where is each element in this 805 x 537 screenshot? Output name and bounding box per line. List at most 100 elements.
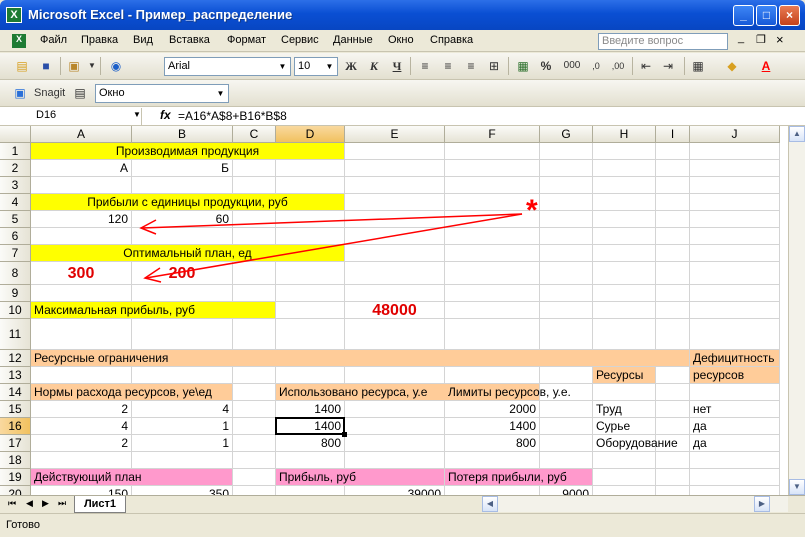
row-header-6[interactable]: 6: [0, 228, 31, 245]
grid-cell[interactable]: [593, 469, 656, 486]
doc-restore-button[interactable]: ❐: [756, 33, 766, 46]
row-header-2[interactable]: 2: [0, 160, 31, 177]
grid-cell[interactable]: [445, 285, 540, 302]
grid-cell[interactable]: [690, 194, 780, 211]
grid-cell[interactable]: [593, 194, 656, 211]
fill-handle[interactable]: [342, 432, 347, 437]
spreadsheet-grid[interactable]: A B C D E F G H I J 1 2 3 4 5 6 7 8 9 10 11 12 13 14 15 16 17 18 19 2…: [0, 126, 788, 495]
prev-sheet-icon[interactable]: ◀: [26, 498, 33, 509]
grid-cell[interactable]: [345, 285, 445, 302]
grid-cell[interactable]: [445, 245, 540, 262]
grid-cell[interactable]: [132, 452, 233, 469]
grid-cell[interactable]: [345, 160, 445, 177]
grid-cell[interactable]: [445, 143, 540, 160]
font-name-select[interactable]: Arial ▼: [164, 57, 291, 76]
grid-cell[interactable]: [593, 228, 656, 245]
row-header-5[interactable]: 5: [0, 211, 31, 228]
row-header-19[interactable]: 19: [0, 469, 31, 486]
grid-cell[interactable]: [593, 262, 656, 285]
grid-cell[interactable]: [656, 160, 690, 177]
bold-button[interactable]: Ж: [343, 58, 359, 74]
grid-cell[interactable]: [276, 319, 345, 350]
help-search-input[interactable]: Введите вопрос: [598, 33, 728, 50]
grid-cell[interactable]: [540, 211, 593, 228]
grid-cell[interactable]: [690, 285, 780, 302]
row-header-11[interactable]: 11: [0, 319, 31, 350]
grid-cell[interactable]: [690, 384, 780, 401]
grid-cell[interactable]: [445, 452, 540, 469]
grid-cell[interactable]: [593, 285, 656, 302]
row-header-12[interactable]: 12: [0, 350, 31, 367]
grid-cell[interactable]: [132, 177, 233, 194]
grid-cell[interactable]: [445, 486, 540, 495]
row-header-3[interactable]: 3: [0, 177, 31, 194]
grid-cell[interactable]: [593, 211, 656, 228]
grid-cell[interactable]: [132, 319, 233, 350]
grid-cell[interactable]: [445, 319, 540, 350]
grid-cell[interactable]: [656, 319, 690, 350]
grid-cell[interactable]: [540, 319, 593, 350]
function-icon[interactable]: fx: [160, 108, 171, 122]
grid-cell[interactable]: [445, 302, 540, 319]
paste-icon[interactable]: ▣: [66, 58, 82, 74]
grid-cell[interactable]: [656, 452, 690, 469]
name-box-dropdown-icon[interactable]: ▼: [133, 110, 141, 119]
grid-cell[interactable]: [690, 319, 780, 350]
grid-cell[interactable]: [445, 228, 540, 245]
grid-cell[interactable]: [690, 469, 780, 486]
excel-app-icon[interactable]: X: [6, 7, 22, 23]
grid-cell[interactable]: [276, 211, 345, 228]
column-header-f[interactable]: F: [445, 126, 540, 143]
grid-cell[interactable]: [31, 177, 132, 194]
grid-cell[interactable]: [540, 401, 593, 418]
grid-cell[interactable]: [445, 262, 540, 285]
menu-insert[interactable]: Вставка: [169, 34, 210, 46]
grid-cell[interactable]: [593, 486, 656, 495]
row-header-14[interactable]: 14: [0, 384, 31, 401]
borders-icon[interactable]: ▦: [690, 58, 706, 74]
grid-cell[interactable]: [276, 367, 345, 384]
column-header-b[interactable]: B: [132, 126, 233, 143]
grid-cell[interactable]: [656, 228, 690, 245]
grid-cell[interactable]: [445, 177, 540, 194]
grid-cell[interactable]: [233, 452, 276, 469]
align-center-icon[interactable]: ≡: [440, 58, 456, 74]
grid-cell[interactable]: [593, 143, 656, 160]
increase-indent-icon[interactable]: ⇥: [660, 58, 676, 74]
grid-cell[interactable]: [656, 177, 690, 194]
column-header-d[interactable]: D: [276, 126, 345, 143]
grid-cell[interactable]: [540, 452, 593, 469]
grid-cell[interactable]: [690, 452, 780, 469]
row-header-7[interactable]: 7: [0, 245, 31, 262]
grid-cell[interactable]: [345, 194, 445, 211]
row-header-17[interactable]: 17: [0, 435, 31, 452]
grid-cell[interactable]: [690, 245, 780, 262]
row-header-9[interactable]: 9: [0, 285, 31, 302]
decrease-decimal-icon[interactable]: ,00: [610, 58, 626, 74]
grid-cell[interactable]: [690, 486, 780, 495]
grid-cell[interactable]: [540, 143, 593, 160]
grid-cell[interactable]: [345, 435, 445, 452]
scroll-right-icon[interactable]: ▶: [754, 496, 770, 512]
grid-cell[interactable]: [656, 384, 690, 401]
grid-cell[interactable]: [276, 262, 345, 285]
formula-input[interactable]: =A16*A$8+B16*B$8: [178, 109, 287, 123]
snagit-settings-icon[interactable]: ▤: [72, 85, 88, 101]
grid-cell[interactable]: [233, 211, 276, 228]
row-header-20[interactable]: 20: [0, 486, 31, 495]
grid-cell[interactable]: [233, 435, 276, 452]
maximize-button[interactable]: □: [756, 5, 777, 26]
sheet-tab-1[interactable]: Лист1: [74, 496, 126, 513]
grid-cell[interactable]: [656, 486, 690, 495]
menu-data[interactable]: Данные: [333, 34, 373, 46]
grid-cell[interactable]: [233, 486, 276, 495]
grid-cell[interactable]: [540, 245, 593, 262]
grid-cell[interactable]: [31, 452, 132, 469]
grid-cell[interactable]: [276, 177, 345, 194]
name-box[interactable]: D16: [2, 108, 142, 125]
grid-cell[interactable]: [233, 285, 276, 302]
grid-cell[interactable]: [233, 177, 276, 194]
grid-cell[interactable]: [132, 367, 233, 384]
grid-cell[interactable]: [345, 401, 445, 418]
decrease-indent-icon[interactable]: ⇤: [638, 58, 654, 74]
